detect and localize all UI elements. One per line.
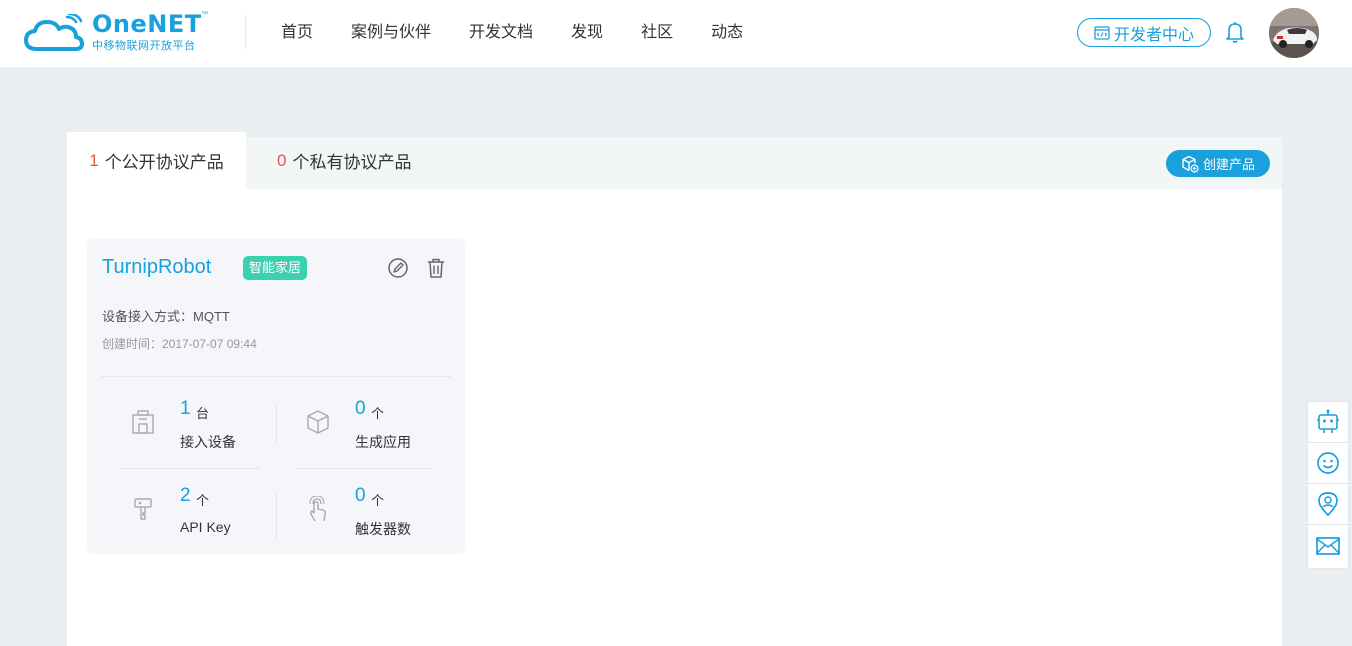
stat-api-keys[interactable]: 2 个 API Key bbox=[102, 473, 277, 561]
stat-devices-unit: 台 bbox=[196, 406, 210, 421]
stat-applications-label: 生成应用 bbox=[355, 434, 411, 450]
stat-triggers-unit: 个 bbox=[371, 493, 385, 508]
stat-api-keys-unit: 个 bbox=[196, 493, 210, 508]
stat-applications[interactable]: 0 个 生成应用 bbox=[277, 386, 452, 474]
nav-dev-docs[interactable]: 开发文档 bbox=[450, 0, 552, 67]
product-tabs: 1 个公开协议产品 0 个私有协议产品 创建产品 bbox=[67, 132, 1282, 189]
create-product-label: 创建产品 bbox=[1202, 157, 1255, 172]
robot-assistant-button[interactable] bbox=[1308, 402, 1348, 443]
touch-icon bbox=[309, 496, 326, 522]
stat-api-keys-label: API Key bbox=[180, 519, 231, 535]
nav-home[interactable]: 首页 bbox=[262, 0, 332, 67]
product-category-badge: 智能家居 bbox=[243, 256, 308, 280]
nav-cases-partners[interactable]: 案例与伙伴 bbox=[332, 0, 450, 67]
bell-icon[interactable] bbox=[1225, 21, 1245, 43]
cloud-logo-icon bbox=[24, 14, 84, 51]
stat-triggers-label: 触发器数 bbox=[355, 521, 411, 537]
message-button[interactable] bbox=[1308, 525, 1348, 566]
private-product-label: 个私有协议产品 bbox=[292, 153, 412, 172]
brand-name: OneNET bbox=[92, 10, 202, 38]
created-time: 创建时间：2017-07-07 09:44 bbox=[102, 337, 257, 351]
key-icon bbox=[134, 498, 152, 520]
trash-icon[interactable] bbox=[426, 257, 446, 279]
tab-private-products[interactable]: 0 个私有协议产品 bbox=[277, 132, 411, 189]
stat-devices-label: 接入设备 bbox=[180, 434, 236, 450]
top-header: OneNET ™ 中移物联网开放平台 首页 案例与伙伴 开发文档 发现 社区 动… bbox=[0, 0, 1352, 67]
product-card: TurnipRobot 智能家居 设备接入方式：MQTT 创建时间：2017-0… bbox=[87, 239, 465, 554]
smile-icon bbox=[1317, 452, 1339, 474]
stat-triggers-value: 0 bbox=[355, 485, 366, 506]
stat-triggers[interactable]: 0 个 触发器数 bbox=[277, 473, 452, 561]
developer-center-button[interactable]: 开发者中心 bbox=[1077, 18, 1211, 47]
user-avatar[interactable] bbox=[1269, 8, 1319, 58]
access-method: 设备接入方式：MQTT bbox=[102, 309, 230, 324]
developer-center-label: 开发者中心 bbox=[1113, 26, 1194, 44]
public-product-label: 个公开协议产品 bbox=[104, 153, 224, 172]
feedback-button[interactable] bbox=[1308, 443, 1348, 484]
create-product-button[interactable]: 创建产品 bbox=[1166, 150, 1270, 177]
cube-icon bbox=[307, 410, 329, 434]
location-button[interactable] bbox=[1308, 484, 1348, 525]
location-icon bbox=[1318, 492, 1338, 517]
nav-community[interactable]: 社区 bbox=[622, 0, 692, 67]
stat-devices-value: 1 bbox=[180, 398, 191, 419]
nav-discover[interactable]: 发现 bbox=[552, 0, 622, 67]
create-cube-icon bbox=[1182, 155, 1199, 173]
robot-icon bbox=[1317, 409, 1339, 433]
products-panel: 1 个公开协议产品 0 个私有协议产品 创建产品 TurnipRobot 智能家… bbox=[67, 132, 1282, 646]
avatar-car-image bbox=[1269, 8, 1319, 58]
brand-trademark: ™ bbox=[201, 11, 208, 18]
product-name-link[interactable]: TurnipRobot bbox=[102, 256, 211, 279]
stat-devices[interactable]: 1 台 接入设备 bbox=[102, 386, 277, 474]
floating-sidebar bbox=[1307, 401, 1349, 569]
onenet-logo[interactable]: OneNET ™ 中移物联网开放平台 bbox=[23, 10, 213, 54]
public-product-count: 1 bbox=[89, 150, 99, 170]
edit-icon[interactable] bbox=[387, 257, 409, 279]
nav-news[interactable]: 动态 bbox=[692, 0, 762, 67]
developer-console-icon bbox=[1094, 25, 1110, 40]
tab-public-products[interactable]: 1 个公开协议产品 bbox=[67, 132, 246, 189]
device-icon bbox=[132, 410, 154, 434]
brand-subtitle: 中移物联网开放平台 bbox=[92, 40, 196, 52]
card-divider bbox=[101, 376, 451, 377]
private-product-count: 0 bbox=[277, 150, 287, 170]
main-nav: 首页 案例与伙伴 开发文档 发现 社区 动态 bbox=[262, 0, 762, 67]
stat-applications-value: 0 bbox=[355, 398, 366, 419]
header-divider bbox=[245, 14, 246, 50]
mail-icon bbox=[1316, 536, 1340, 555]
stat-applications-unit: 个 bbox=[371, 406, 385, 421]
stat-api-keys-value: 2 bbox=[180, 485, 191, 506]
